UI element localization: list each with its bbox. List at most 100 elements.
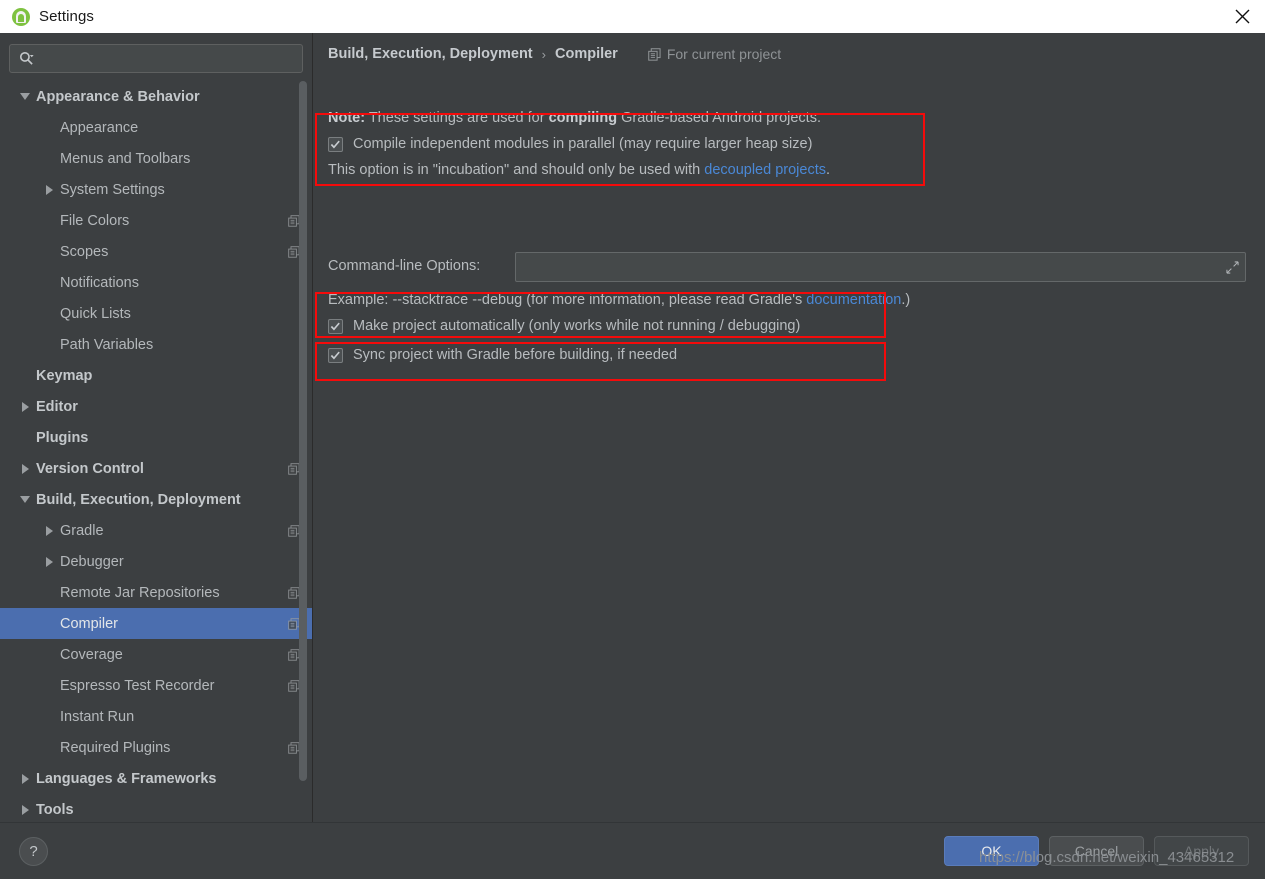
sidebar-item-debugger[interactable]: Debugger (0, 546, 312, 577)
sidebar-item-plugins[interactable]: Plugins (0, 422, 312, 453)
sidebar-item-compiler[interactable]: Compiler (0, 608, 312, 639)
sidebar-item-gradle[interactable]: Gradle (0, 515, 312, 546)
sidebar-item-notifications[interactable]: Notifications (0, 267, 312, 298)
breadcrumb: Build, Execution, Deployment › Compiler … (328, 46, 781, 62)
breadcrumb-current: Compiler (554, 46, 618, 62)
sidebar-item-coverage[interactable]: Coverage (0, 639, 312, 670)
sidebar-item-label: Path Variables (60, 336, 154, 353)
subnote-text-1: This option is in "incubation" and shoul… (328, 162, 705, 178)
breadcrumb-parent[interactable]: Build, Execution, Deployment (328, 46, 533, 62)
search-icon (19, 51, 34, 65)
settings-dialog: Appearance & Behavior Appearance Menus and… (0, 33, 1265, 879)
sidebar-item-path-variables[interactable]: Path Variables (0, 329, 312, 360)
compile-parallel-checkbox-row[interactable]: Compile independent modules in parallel … (328, 136, 812, 152)
android-studio-icon (12, 7, 30, 26)
sidebar-item-languages-frameworks[interactable]: Languages & Frameworks (0, 763, 312, 794)
chevron-right-icon[interactable] (42, 183, 56, 197)
note-text-1: These settings are used for (365, 110, 549, 126)
sidebar-item-label: Plugins (36, 429, 89, 446)
sidebar-item-menus-and-toolbars[interactable]: Menus and Toolbars (0, 143, 312, 174)
sidebar-item-appearance-behavior[interactable]: Appearance & Behavior (0, 81, 312, 112)
sidebar-item-label: Notifications (60, 274, 139, 291)
chevron-down-icon[interactable] (18, 90, 32, 104)
sidebar-item-file-colors[interactable]: File Colors (0, 205, 312, 236)
compile-parallel-label: Compile independent modules in parallel … (353, 136, 813, 152)
sidebar-item-editor[interactable]: Editor (0, 391, 312, 422)
sidebar-item-required-plugins[interactable]: Required Plugins (0, 732, 312, 763)
example-text-1: Example: --stacktrace --debug (for more … (328, 292, 807, 308)
copy-config-icon (648, 47, 661, 61)
apply-button[interactable]: Apply (1154, 836, 1249, 866)
scope-label: For current project (666, 46, 782, 62)
sidebar-item-appearance[interactable]: Appearance (0, 112, 312, 143)
chevron-right-icon[interactable] (42, 524, 56, 538)
chevron-right-icon[interactable] (18, 803, 32, 817)
subnote-text-2: . (825, 162, 831, 178)
chevron-right-icon[interactable] (42, 555, 56, 569)
sidebar-item-scopes[interactable]: Scopes (0, 236, 312, 267)
search-input[interactable] (40, 45, 302, 72)
sidebar-item-label: Tools (36, 801, 74, 818)
close-icon[interactable] (1219, 0, 1265, 33)
sidebar-item-quick-lists[interactable]: Quick Lists (0, 298, 312, 329)
sidebar-item-label: Languages & Frameworks (36, 770, 217, 787)
note-text-2: Gradle-based Android projects. (617, 110, 821, 126)
make-auto-checkbox-row[interactable]: Make project automatically (only works w… (328, 318, 800, 334)
sidebar-item-label: Espresso Test Recorder (60, 677, 215, 694)
expand-arrows-icon[interactable] (1220, 254, 1244, 280)
command-line-input[interactable] (516, 253, 1245, 281)
sidebar-item-label: Appearance (60, 119, 139, 136)
search-wrapper (0, 33, 312, 73)
chevron-right-icon[interactable] (18, 772, 32, 786)
sidebar-item-label: Scopes (60, 243, 109, 260)
sidebar-item-tools[interactable]: Tools (0, 794, 312, 822)
command-line-example: Example: --stacktrace --debug (for more … (328, 292, 910, 308)
window-title: Settings (39, 8, 94, 25)
documentation-link[interactable]: documentation (806, 292, 901, 308)
chevron-down-icon[interactable] (18, 493, 32, 507)
checkbox-checked-icon[interactable] (328, 347, 343, 363)
sidebar-item-label: File Colors (60, 212, 130, 229)
sidebar-item-label: Build, Execution, Deployment (36, 491, 241, 508)
chevron-right-icon[interactable] (18, 400, 32, 414)
sidebar-item-build-execution-deployment[interactable]: Build, Execution, Deployment (0, 484, 312, 515)
ok-button[interactable]: OK (944, 836, 1039, 866)
sidebar-item-espresso-test-recorder[interactable]: Espresso Test Recorder (0, 670, 312, 701)
sidebar-item-instant-run[interactable]: Instant Run (0, 701, 312, 732)
sidebar-item-label: Coverage (60, 646, 123, 663)
sync-gradle-checkbox-row[interactable]: Sync project with Gradle before building… (328, 347, 677, 363)
settings-main-panel: Build, Execution, Deployment › Compiler … (314, 33, 1265, 822)
sidebar-item-label: Quick Lists (60, 305, 131, 322)
sidebar-item-remote-jar-repositories[interactable]: Remote Jar Repositories (0, 577, 312, 608)
chevron-right-icon[interactable] (18, 462, 32, 476)
window-titlebar: Settings (0, 0, 1265, 33)
sidebar-item-system-settings[interactable]: System Settings (0, 174, 312, 205)
sidebar-item-label: Keymap (36, 367, 93, 384)
breadcrumb-separator: › (541, 46, 546, 62)
sidebar-scrollbar-thumb[interactable] (299, 81, 307, 781)
command-line-field[interactable] (515, 252, 1246, 282)
sidebar-item-keymap[interactable]: Keymap (0, 360, 312, 391)
decoupled-projects-link[interactable]: decoupled projects (704, 162, 826, 178)
checkbox-checked-icon[interactable] (328, 136, 343, 152)
sidebar-item-label: Instant Run (60, 708, 135, 725)
search-box[interactable] (9, 44, 303, 73)
sidebar-item-version-control[interactable]: Version Control (0, 453, 312, 484)
cancel-button[interactable]: Cancel (1049, 836, 1144, 866)
sidebar-item-label: Version Control (36, 460, 144, 477)
sidebar-item-label: Gradle (60, 522, 104, 539)
help-button[interactable]: ? (19, 837, 48, 866)
checkbox-checked-icon[interactable] (328, 318, 343, 334)
